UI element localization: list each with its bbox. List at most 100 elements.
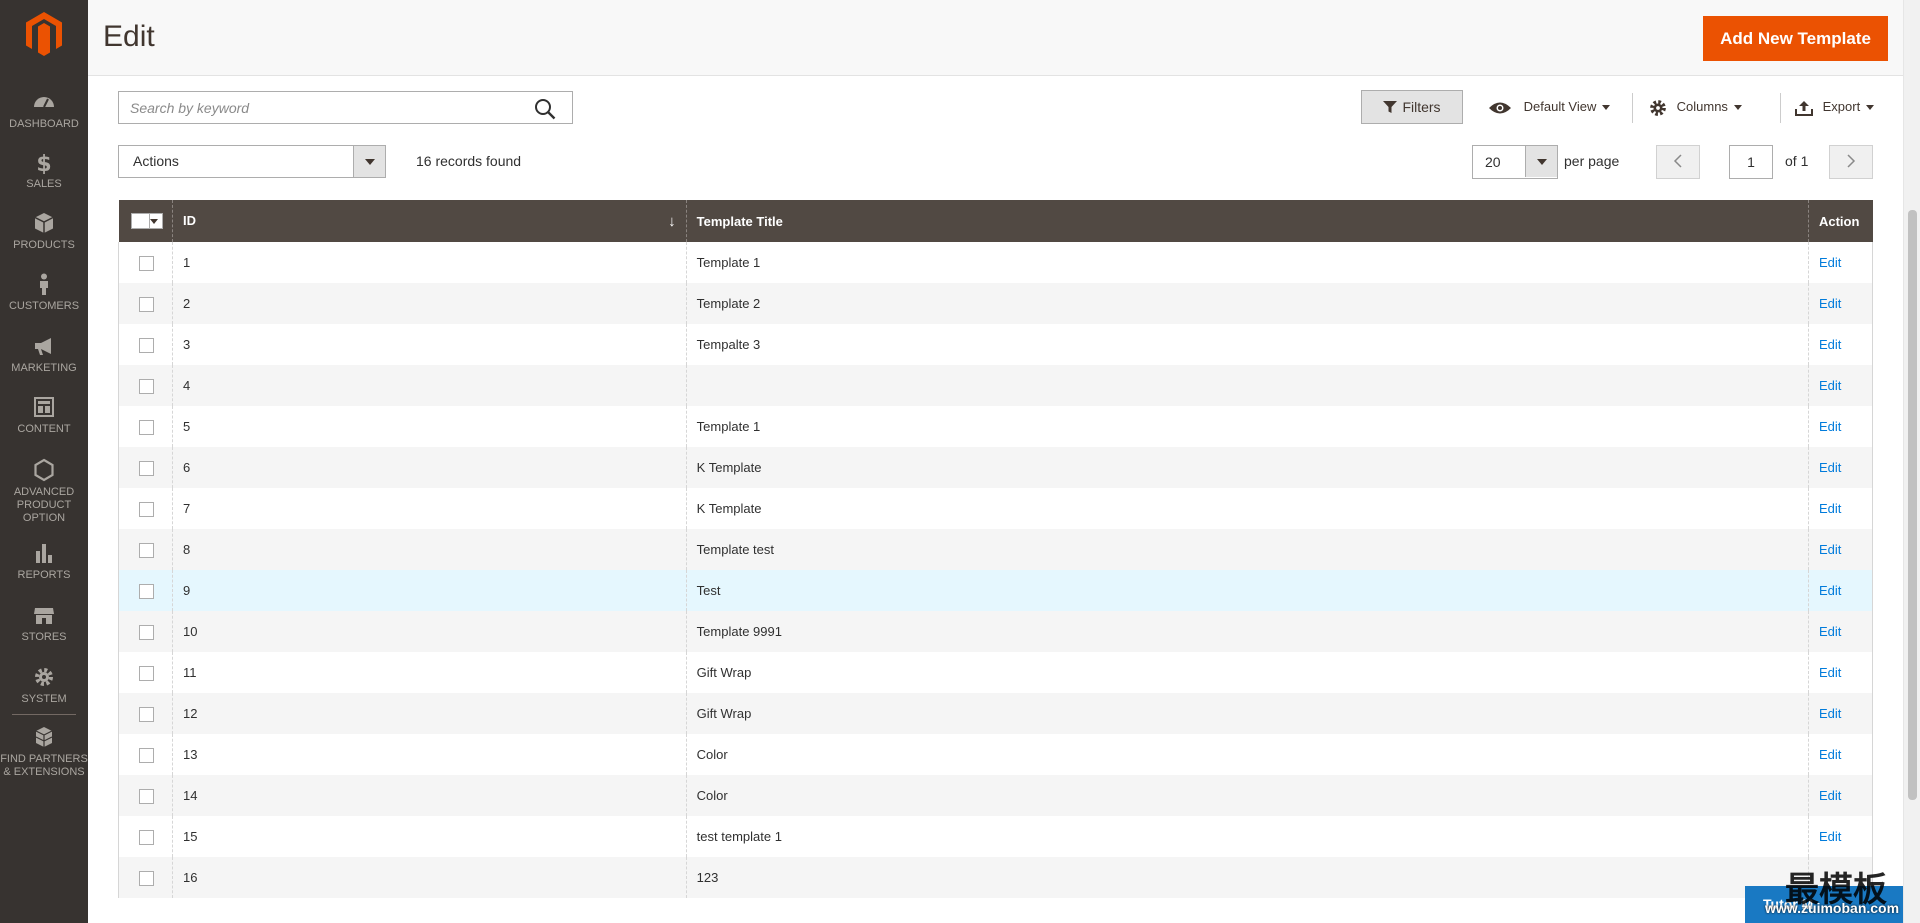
row-checkbox[interactable]: [139, 624, 154, 640]
magento-logo-icon[interactable]: [22, 10, 66, 58]
edit-link[interactable]: Edit: [1819, 788, 1841, 803]
row-checkbox[interactable]: [139, 255, 154, 271]
table-row[interactable]: 4 Edit: [118, 365, 1874, 406]
row-checkbox[interactable]: [139, 747, 154, 763]
edit-link[interactable]: Edit: [1819, 296, 1841, 311]
cell-template-title: Color: [685, 734, 1809, 775]
row-checkbox[interactable]: [139, 419, 154, 435]
page-number-input[interactable]: 1: [1729, 145, 1773, 179]
table-row[interactable]: 2 Template 2 Edit: [118, 283, 1874, 324]
nav-item-find-partners[interactable]: FIND PARTNERS & EXTENSIONS: [0, 725, 88, 779]
mass-select-checkbox[interactable]: [130, 213, 163, 230]
nav-item-content[interactable]: CONTENT: [0, 395, 88, 436]
nav-item-stores[interactable]: STORES: [0, 603, 88, 644]
table-row[interactable]: 12 Gift Wrap Edit: [118, 693, 1874, 734]
edit-link[interactable]: Edit: [1819, 583, 1841, 598]
nav-label: PRODUCTS: [13, 239, 75, 251]
table-row[interactable]: 16 123: [118, 857, 1874, 898]
megaphone-icon: [35, 338, 51, 355]
table-row[interactable]: 8 Template test Edit: [118, 529, 1874, 570]
table-row[interactable]: 14 Color Edit: [118, 775, 1874, 816]
nav-divider: [12, 714, 76, 715]
row-checkbox[interactable]: [139, 501, 154, 517]
nav-label: MARKETING: [11, 362, 77, 374]
previous-page-button[interactable]: [1656, 145, 1700, 179]
table-row[interactable]: 9 Test Edit: [118, 570, 1874, 611]
row-checkbox[interactable]: [139, 542, 154, 558]
filters-button[interactable]: Filters: [1361, 90, 1463, 124]
row-checkbox[interactable]: [139, 870, 154, 886]
mass-actions-label: Actions: [133, 153, 179, 169]
row-checkbox[interactable]: [139, 583, 154, 599]
cell-action: Edit: [1807, 365, 1874, 406]
cell-id: 8: [171, 529, 687, 570]
nav-label: REPORTS: [17, 569, 71, 581]
table-row[interactable]: 11 Gift Wrap Edit: [118, 652, 1874, 693]
edit-link[interactable]: Edit: [1819, 255, 1841, 270]
table-row[interactable]: 3 Tempalte 3 Edit: [118, 324, 1874, 365]
nav-label: ADVANCED PRODUCT OPTION: [13, 486, 75, 524]
edit-link[interactable]: Edit: [1819, 747, 1841, 762]
column-header-template-title[interactable]: Template Title: [685, 200, 1809, 242]
chevron-down-icon: [1602, 105, 1611, 111]
nav-item-advanced-product-option[interactable]: ADVANCED PRODUCT OPTION: [0, 458, 88, 525]
next-page-button[interactable]: [1829, 145, 1873, 179]
edit-link[interactable]: Edit: [1819, 501, 1841, 516]
cell-action: Edit: [1807, 775, 1874, 816]
default-view-dropdown[interactable]: Default View: [1488, 90, 1611, 124]
bar-chart-icon: [36, 544, 52, 563]
columns-dropdown[interactable]: Columns: [1649, 90, 1742, 124]
row-checkbox[interactable]: [139, 829, 154, 845]
cell-id: 5: [171, 406, 687, 447]
scrollbar-thumb[interactable]: [1908, 210, 1917, 800]
table-row[interactable]: 7K Template Edit: [118, 488, 1874, 529]
vertical-scrollbar[interactable]: [1903, 0, 1920, 923]
row-checkbox[interactable]: [139, 706, 154, 722]
nav-item-sales[interactable]: $ SALES: [0, 150, 88, 191]
grid-header-row: ID ↓ Template Title Action: [118, 200, 1873, 242]
table-row[interactable]: 6K Template Edit: [118, 447, 1874, 488]
table-row[interactable]: 1 Template 1 Edit: [118, 242, 1874, 283]
search-icon[interactable]: [534, 98, 556, 120]
chevron-down-icon: [353, 146, 385, 177]
nav-item-customers[interactable]: CUSTOMERS: [0, 272, 88, 313]
row-checkbox[interactable]: [139, 665, 154, 681]
edit-link[interactable]: Edit: [1819, 378, 1841, 393]
row-checkbox[interactable]: [139, 296, 154, 312]
nav-item-reports[interactable]: REPORTS: [0, 541, 88, 582]
edit-link[interactable]: Edit: [1819, 706, 1841, 721]
table-row[interactable]: 10 Template 9991 Edit: [118, 611, 1874, 652]
row-select-cell: [118, 529, 173, 570]
row-checkbox[interactable]: [139, 378, 154, 394]
table-row[interactable]: 5 Template 1 Edit: [118, 406, 1874, 447]
layout-icon: [34, 397, 54, 417]
nav-item-marketing[interactable]: MARKETING: [0, 334, 88, 375]
export-label: Export: [1822, 99, 1861, 114]
cell-template-title: Gift Wrap: [685, 693, 1809, 734]
edit-link[interactable]: Edit: [1819, 829, 1841, 844]
edit-link[interactable]: Edit: [1819, 337, 1841, 352]
row-checkbox[interactable]: [139, 460, 154, 476]
main-content: Filters Default View Columns Export Acti…: [88, 76, 1903, 923]
row-select-cell: [118, 816, 173, 857]
person-icon: [40, 273, 48, 295]
edit-link[interactable]: Edit: [1819, 542, 1841, 557]
nav-item-dashboard[interactable]: DASHBOARD: [0, 90, 88, 131]
row-checkbox[interactable]: [139, 788, 154, 804]
edit-link[interactable]: Edit: [1819, 665, 1841, 680]
edit-link[interactable]: Edit: [1819, 460, 1841, 475]
add-new-template-button[interactable]: Add New Template: [1703, 16, 1888, 61]
nav-item-system[interactable]: SYSTEM: [0, 665, 88, 706]
search-input[interactable]: [119, 92, 519, 123]
edit-link[interactable]: Edit: [1819, 419, 1841, 434]
per-page-select[interactable]: 20: [1472, 145, 1558, 179]
nav-item-products[interactable]: PRODUCTS: [0, 211, 88, 252]
filters-label: Filters: [1402, 99, 1441, 115]
export-dropdown[interactable]: Export: [1795, 90, 1875, 124]
table-row[interactable]: 15 test template 1 Edit: [118, 816, 1874, 857]
column-header-id[interactable]: ID ↓: [171, 200, 687, 242]
row-checkbox[interactable]: [139, 337, 154, 353]
mass-actions-select[interactable]: Actions: [118, 145, 386, 178]
edit-link[interactable]: Edit: [1819, 624, 1841, 639]
table-row[interactable]: 13 Color Edit: [118, 734, 1874, 775]
